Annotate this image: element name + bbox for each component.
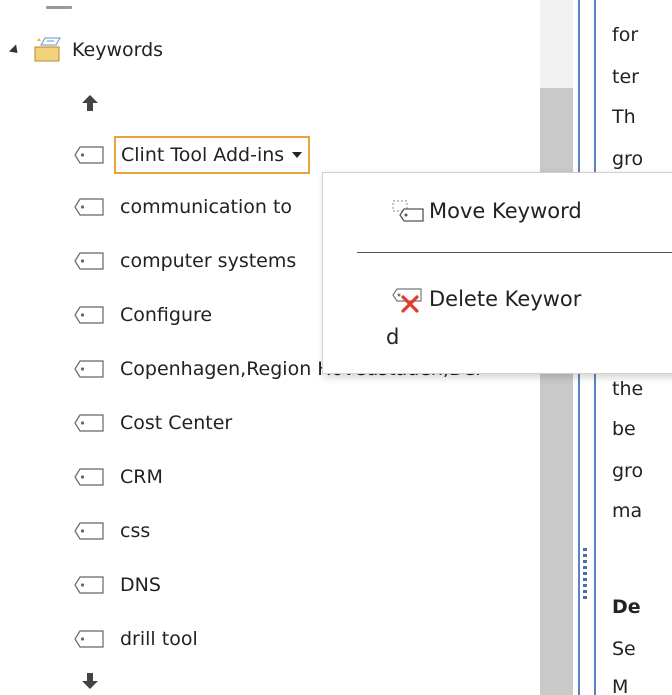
scroll-up-arrow-icon[interactable] bbox=[80, 92, 100, 114]
keyword-tag-icon bbox=[74, 360, 104, 378]
expand-collapse-icon[interactable] bbox=[8, 43, 22, 57]
tree-item[interactable]: DNS bbox=[74, 568, 161, 602]
tree-item-label: Cost Center bbox=[120, 412, 233, 434]
keyword-tag-icon bbox=[74, 468, 104, 486]
menu-item-delete-keyword[interactable]: Delete Keywor bbox=[323, 285, 672, 315]
menu-separator bbox=[357, 252, 672, 253]
doc-text-line: for bbox=[612, 24, 639, 46]
doc-text-line: the bbox=[612, 378, 644, 400]
tree-item[interactable]: Cost Center bbox=[74, 406, 232, 440]
tree-item-label: Clint Tool Add-ins bbox=[121, 144, 285, 166]
tree-item[interactable]: computer systems bbox=[74, 244, 296, 278]
doc-text-line: Se bbox=[612, 638, 636, 660]
keyword-tag-icon bbox=[74, 630, 104, 648]
doc-text-line: Th bbox=[612, 106, 636, 128]
tree-item[interactable]: CRM bbox=[74, 460, 163, 494]
tree-item-label: communication to bbox=[120, 196, 293, 218]
chevron-down-icon[interactable] bbox=[292, 152, 303, 158]
menu-item-move-keyword[interactable]: Move Keyword bbox=[323, 197, 672, 227]
keyword-tag-icon bbox=[74, 576, 104, 594]
doc-text-line: gro bbox=[612, 148, 644, 170]
keyword-tag-icon bbox=[74, 146, 104, 164]
tree-item-label: CRM bbox=[120, 466, 163, 488]
tree-item-label: drill tool bbox=[120, 628, 198, 650]
keyword-context-menu: Move Keyword Delete Keywor d bbox=[322, 172, 672, 374]
doc-section-heading: De bbox=[612, 596, 641, 618]
tree-item[interactable]: drill tool bbox=[74, 622, 198, 656]
tree-item[interactable]: communication to bbox=[74, 190, 292, 224]
keywords-folder-icon bbox=[34, 37, 61, 62]
doc-text-line: be bbox=[612, 418, 636, 440]
tree-item-label: computer systems bbox=[120, 250, 297, 272]
delete-keyword-icon bbox=[392, 288, 422, 313]
keyword-tag-icon bbox=[74, 252, 104, 270]
scroll-down-arrow-icon[interactable] bbox=[80, 670, 100, 692]
scroll-remnant bbox=[46, 6, 72, 9]
menu-item-label: Delete Keywor bbox=[429, 287, 582, 311]
selected-keyword-dropdown[interactable]: Clint Tool Add-ins bbox=[114, 136, 311, 174]
doc-text-line: ma bbox=[612, 500, 643, 522]
tree-root-keywords[interactable]: Keywords bbox=[8, 30, 164, 70]
move-keyword-icon bbox=[392, 200, 424, 222]
doc-text-line: ter bbox=[612, 66, 639, 88]
keyword-tag-icon bbox=[74, 414, 104, 432]
tree-item-label: Configure bbox=[120, 304, 213, 326]
tree-root-label: Keywords bbox=[72, 39, 164, 61]
splitter-grip-handle[interactable] bbox=[583, 548, 587, 600]
keyword-tag-icon bbox=[74, 522, 104, 540]
doc-text-line: M bbox=[612, 676, 629, 695]
tree-item[interactable]: Configure bbox=[74, 298, 212, 332]
menu-item-label-wrap: d bbox=[386, 325, 400, 349]
tree-item-label: css bbox=[120, 520, 151, 542]
doc-text-line: gro bbox=[612, 460, 644, 482]
tree-item[interactable]: css bbox=[74, 514, 150, 548]
keyword-tag-icon bbox=[74, 198, 104, 216]
tree-item-label: DNS bbox=[120, 574, 161, 596]
tree-item-selected[interactable]: Clint Tool Add-ins bbox=[74, 136, 311, 174]
menu-item-label: Move Keyword bbox=[429, 199, 582, 223]
keyword-tag-icon bbox=[74, 306, 104, 324]
